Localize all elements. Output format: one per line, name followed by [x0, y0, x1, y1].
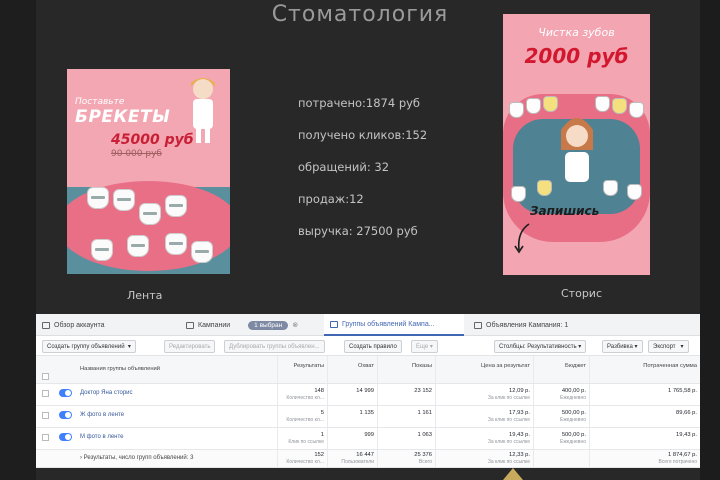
tooth-icon	[526, 98, 541, 114]
row-checkbox[interactable]	[42, 434, 49, 441]
col-name[interactable]: Названия группы объявлений	[80, 366, 160, 372]
stat-revenue: выручка: 27500 руб	[298, 224, 418, 238]
tooth-icon	[165, 233, 187, 255]
tooth-icon	[191, 241, 213, 263]
table-row[interactable]: Ж фото в ленте 5 Количество кл... 1 135 1…	[36, 406, 700, 428]
dentist-illustration-icon	[561, 118, 593, 182]
ad-icon	[474, 321, 482, 329]
col-cost[interactable]: Цена за результат	[436, 356, 534, 383]
tooth-icon	[113, 189, 135, 211]
right-margin	[700, 0, 720, 480]
arrow-icon	[514, 223, 530, 254]
folder-icon	[186, 321, 194, 329]
adset-name-link[interactable]: М фото в ленте	[80, 434, 124, 440]
tab-ads[interactable]: Объявления Кампания: 1	[468, 314, 608, 336]
columns-dropdown[interactable]: Столбцы: Результативность ▾	[494, 340, 587, 353]
stories-headline: Чистка зубов	[538, 26, 615, 39]
tooth-icon	[603, 180, 618, 196]
feed-creative: Поставьте БРЕКЕТЫ 45000 руб 90 000 руб	[67, 69, 230, 274]
tooth-icon	[165, 195, 187, 217]
select-all-checkbox[interactable]	[42, 373, 49, 380]
ads-manager-panel: Обзор аккаунта Кампании 1 выбран ⊗ Групп…	[36, 314, 700, 468]
summary-label: › Результаты, число групп объявлений: 3	[80, 455, 194, 461]
tooth-icon	[127, 235, 149, 257]
col-results[interactable]: Результаты	[278, 356, 328, 383]
stats-list: потрачено:1874 руб получено кликов:152 о…	[298, 96, 428, 258]
col-reach[interactable]: Охват	[328, 356, 378, 383]
toolbar: Создать группу объявлений ▾ Редактироват…	[36, 336, 700, 356]
stat-leads: обращений: 32	[298, 160, 390, 174]
stat-spent: потрачено:1874 руб	[298, 96, 421, 110]
create-rule-button[interactable]: Создать правило	[344, 340, 402, 353]
creative-price: 45000 руб	[111, 132, 194, 148]
row-checkbox[interactable]	[42, 390, 49, 397]
left-margin	[0, 0, 36, 480]
tooth-icon	[537, 180, 552, 196]
stories-creative: Чистка зубов 2000 руб Запишись	[503, 14, 650, 275]
table-summary-row: › Результаты, число групп объявлений: 3 …	[36, 450, 700, 468]
stories-label: Сторис	[561, 287, 602, 300]
tooth-icon	[627, 184, 642, 200]
adset-name-link[interactable]: Ж фото в ленте	[80, 412, 124, 418]
stat-clicks: получено кликов:152	[298, 128, 428, 142]
tab-bar: Обзор аккаунта Кампании 1 выбран ⊗ Групп…	[36, 314, 700, 336]
stat-sales: продаж:12	[298, 192, 364, 206]
edit-button[interactable]: Редактировать	[164, 340, 216, 353]
row-checkbox[interactable]	[42, 412, 49, 419]
grid-icon	[330, 320, 338, 328]
feed-label: Лента	[127, 289, 163, 302]
table-row[interactable]: Доктор Яна сторис 148 Количество кл... 14…	[36, 384, 700, 406]
col-impressions[interactable]: Показы	[378, 356, 436, 383]
tooth-icon	[511, 186, 526, 202]
tab-account-overview[interactable]: Обзор аккаунта	[36, 314, 176, 336]
creative-headline-small: Поставьте	[75, 97, 125, 107]
create-adset-button[interactable]: Создать группу объявлений ▾	[42, 340, 136, 353]
table-header: Названия группы объявлений Результаты Ох…	[36, 356, 700, 384]
export-button[interactable]: Экспорт ▾	[648, 340, 689, 353]
col-spent[interactable]: Потраченная сумма	[590, 356, 700, 383]
selected-badge: 1 выбран	[248, 320, 289, 330]
adset-name-link[interactable]: Доктор Яна сторис	[80, 390, 133, 396]
col-budget[interactable]: Бюджет	[534, 356, 590, 383]
status-toggle[interactable]	[59, 389, 72, 397]
stories-price: 2000 руб	[524, 44, 629, 68]
tooth-icon	[629, 102, 644, 118]
table-row[interactable]: М фото в ленте 1 Клик по ссылке 999 1 063…	[36, 428, 700, 450]
duplicate-button[interactable]: Дублировать группы объявлен...	[224, 340, 325, 353]
tooth-icon	[509, 102, 524, 118]
stories-cta: Запишись	[530, 204, 600, 218]
tooth-icon	[87, 187, 109, 209]
decorative-triangle	[503, 468, 523, 480]
status-toggle[interactable]	[59, 433, 72, 441]
tooth-icon	[612, 98, 627, 114]
tooth-icon	[139, 203, 161, 225]
tab-campaigns[interactable]: Кампании 1 выбран ⊗	[180, 314, 320, 336]
tab-adsets[interactable]: Группы объявлений Кампа...	[324, 314, 464, 336]
more-button[interactable]: Еще ▾	[411, 340, 438, 353]
overview-icon	[42, 321, 50, 329]
creative-headline: БРЕКЕТЫ	[75, 107, 171, 127]
status-toggle[interactable]	[59, 411, 72, 419]
tooth-icon	[91, 239, 113, 261]
creative-old-price: 90 000 руб	[111, 149, 162, 159]
clear-selection-icon[interactable]: ⊗	[292, 321, 298, 329]
breakdown-dropdown[interactable]: Разбивка ▾	[602, 340, 643, 353]
